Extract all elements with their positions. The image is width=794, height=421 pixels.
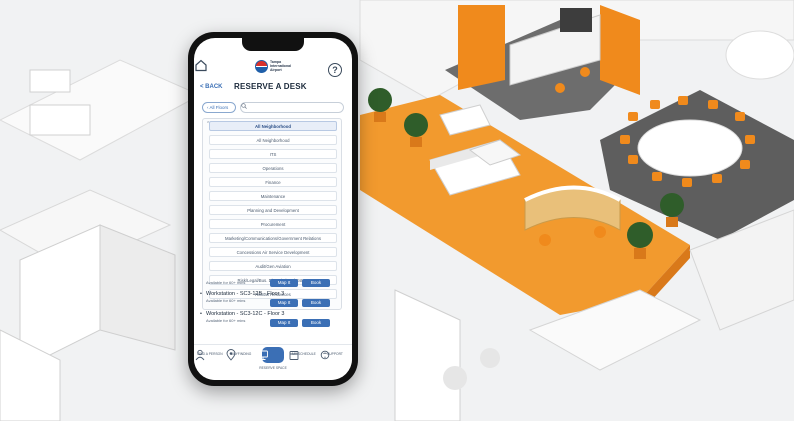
workstation-title: Workstation - SC3-12B - Floor 3 xyxy=(206,291,285,297)
availability-text: Available for 60+ mins xyxy=(206,318,246,323)
nav-support[interactable]: SUPPORT xyxy=(319,349,351,379)
neighborhood-option[interactable]: Concessions Air Service Development xyxy=(209,247,337,257)
logo-text: Tampa International Airport xyxy=(270,60,292,72)
availability-text: Available for 60+ mins xyxy=(206,280,246,285)
map-it-button[interactable]: Map It xyxy=(270,279,298,287)
map-it-button[interactable]: Map It xyxy=(270,299,298,307)
search-icon xyxy=(241,103,247,109)
phone-notch xyxy=(242,38,304,51)
bottom-navigation: FIND A PERSON WAYFINDING RESERVE SPACE M… xyxy=(194,344,352,380)
nav-my-schedule[interactable]: MY SCHEDULE xyxy=(288,349,320,379)
bullet: • xyxy=(200,311,202,317)
floor-filter-chip[interactable]: ‹ All Floors xyxy=(202,102,236,113)
neighborhood-option[interactable]: ITS xyxy=(209,149,337,159)
workstation-item: • Workstation - SC3-12C - Floor 3 Availa… xyxy=(200,311,344,331)
workstation-item: • Workstation - SC3-12B - Floor 3 Availa… xyxy=(200,291,344,311)
nav-reserve-space[interactable]: RESERVE SPACE xyxy=(257,347,289,379)
map-it-button[interactable]: Map It xyxy=(270,319,298,327)
neighborhood-option[interactable]: Procurement xyxy=(209,219,337,229)
active-tab-highlight xyxy=(258,347,284,363)
neighborhood-option[interactable]: All Neighborhood xyxy=(209,121,337,131)
book-button[interactable]: Book xyxy=(302,299,330,307)
search-input[interactable] xyxy=(240,102,344,113)
monitor-icon xyxy=(258,350,268,360)
book-button[interactable]: Book xyxy=(302,279,330,287)
nav-find-a-person[interactable]: FIND A PERSON xyxy=(194,349,226,379)
neighborhood-option[interactable]: Marketing/Communications/Government Rela… xyxy=(209,233,337,243)
neighborhood-option[interactable]: Audit/Gen Aviation xyxy=(209,261,337,271)
workstation-title: Workstation - SC3-12C - Floor 3 xyxy=(206,311,285,317)
filter-bar: ‹ All Floors xyxy=(202,102,344,113)
availability-text: Available for 60+ mins xyxy=(206,298,246,303)
logo-mark xyxy=(255,60,268,73)
nav-wayfinding[interactable]: WAYFINDING xyxy=(225,349,257,379)
location-pin-icon xyxy=(226,349,236,361)
help-icon[interactable]: ? xyxy=(328,63,342,77)
app-header: Tampa International Airport ? < BACK RES… xyxy=(194,58,352,98)
office-illustration: Tampa International Airport ? < BACK RES… xyxy=(0,0,794,421)
nav-label: RESERVE SPACE xyxy=(259,366,287,370)
person-icon xyxy=(195,349,205,361)
airport-logo: Tampa International Airport xyxy=(255,60,299,78)
app-screen: Tampa International Airport ? < BACK RES… xyxy=(194,38,352,380)
support-icon xyxy=(320,350,330,360)
back-button[interactable]: < BACK xyxy=(200,84,223,90)
neighborhood-option[interactable]: Planning and Development xyxy=(209,205,337,215)
office-background xyxy=(0,0,794,421)
neighborhood-option[interactable]: Finance xyxy=(209,177,337,187)
page-title: RESERVE A DESK xyxy=(234,82,307,91)
home-icon[interactable] xyxy=(194,58,208,72)
bullet: • xyxy=(200,291,202,297)
neighborhood-option[interactable]: All Neighborhood xyxy=(209,135,337,145)
phone-mockup: Tampa International Airport ? < BACK RES… xyxy=(188,32,358,386)
book-button[interactable]: Book xyxy=(302,319,330,327)
neighborhood-option[interactable]: Operations xyxy=(209,163,337,173)
calendar-icon xyxy=(289,351,299,360)
neighborhood-option[interactable]: Maintenance xyxy=(209,191,337,201)
